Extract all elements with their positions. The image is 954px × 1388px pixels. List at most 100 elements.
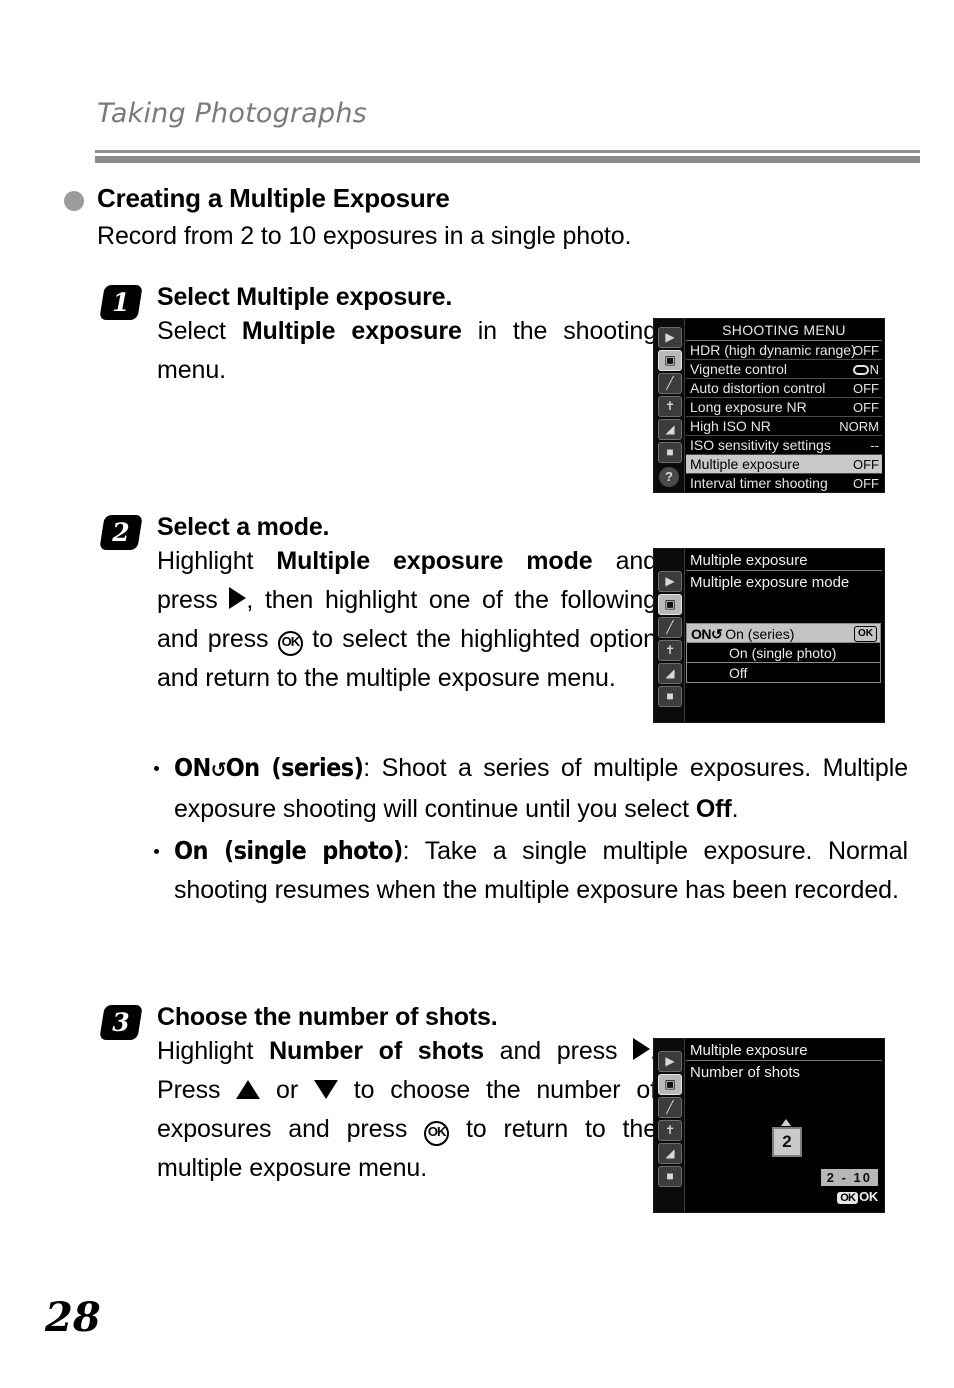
setup-icon[interactable]: ✝ xyxy=(658,396,682,417)
custom-setting-icon[interactable]: ╱ xyxy=(658,373,682,394)
step-2-text: Highlight Multiple exposure mode and pre… xyxy=(157,542,657,698)
right-arrow-icon xyxy=(229,587,247,609)
step-3-text-b: and press xyxy=(483,1037,634,1065)
shooting-menu-icon[interactable]: ▣ xyxy=(658,350,682,371)
menu-row-multiple-exposure[interactable]: Multiple exposure OFF xyxy=(686,455,882,474)
step-3-text-a: Highlight xyxy=(157,1037,270,1065)
menu-row-label: HDR (high dynamic range) xyxy=(690,342,856,358)
menu-row-label: Multiple exposure xyxy=(690,456,800,472)
step-2-title: Select a mode. xyxy=(157,513,330,541)
lcd-shooting-menu: ▶ ▣ ╱ ✝ ◢ ■ ? SHOOTING MENU HDR (high dy… xyxy=(653,318,885,493)
step-1-text: Select Multiple exposure in the shooting… xyxy=(157,312,657,390)
lcd2-header: Multiple exposure xyxy=(686,551,882,571)
step-3-text: Highlight Number of shots and press . Pr… xyxy=(157,1032,657,1188)
menu-row[interactable]: Vignette control N xyxy=(686,360,882,379)
menu-row-value: N xyxy=(852,360,879,379)
up-arrow-icon xyxy=(236,1080,261,1099)
bullet-on-series: ON↺On (series): Shoot a series of multip… xyxy=(152,748,908,829)
down-arrow-icon xyxy=(313,1080,338,1099)
step-2-number: 2 xyxy=(112,518,130,547)
retouch-icon[interactable]: ◢ xyxy=(658,663,682,684)
step-3-number: 3 xyxy=(112,1008,130,1037)
step-2-badge: 2 xyxy=(99,515,143,550)
lcd3-subheader: Number of shots xyxy=(690,1064,801,1081)
step-3-badge: 3 xyxy=(99,1005,143,1040)
shooting-menu-icon[interactable]: ▣ xyxy=(658,1074,682,1095)
help-icon[interactable]: ? xyxy=(659,467,679,487)
menu-row-label: ISO sensitivity settings xyxy=(690,437,831,453)
step-3-text-d: or xyxy=(260,1076,314,1104)
menu-row[interactable]: HDR (high dynamic range) OFF xyxy=(686,341,882,360)
menu-row-value: OFF xyxy=(853,476,879,491)
step-3: 3 Choose the number of shots. Highlight … xyxy=(97,1002,657,1188)
shots-up-caret-icon xyxy=(781,1119,791,1126)
setup-icon[interactable]: ✝ xyxy=(658,640,682,661)
option-on-single-photo[interactable]: On (single photo) xyxy=(686,643,881,663)
shots-value-field[interactable]: 2 xyxy=(772,1127,802,1157)
shots-range-label: 2 - 10 xyxy=(820,1169,878,1186)
menu-row[interactable]: Long exposure NR OFF xyxy=(686,398,882,417)
lcd1-title: SHOOTING MENU xyxy=(686,321,882,341)
menu-row-value: -- xyxy=(870,438,879,453)
bullet-term: On (series) xyxy=(225,753,364,782)
menu-row-value: OFF xyxy=(853,400,879,415)
recent-settings-icon[interactable]: ■ xyxy=(658,1166,682,1187)
option-off[interactable]: Off xyxy=(686,663,881,683)
lcd-multiple-exposure-mode: ▶ ▣ ╱ ✝ ◢ ■ Multiple exposure Multiple e… xyxy=(653,548,885,723)
option-label: On (single photo) xyxy=(729,645,837,661)
menu-row[interactable]: Auto distortion control OFF xyxy=(686,379,882,398)
step-3-title: Choose the number of shots. xyxy=(157,1003,498,1031)
custom-setting-icon[interactable]: ╱ xyxy=(658,617,682,638)
step-1-title-prefix: Select xyxy=(157,283,237,311)
option-on-series[interactable]: ON↺ On (series) OK xyxy=(686,623,881,643)
setup-icon[interactable]: ✝ xyxy=(658,1120,682,1141)
recent-settings-icon[interactable]: ■ xyxy=(658,686,682,707)
lcd-number-of-shots: ▶ ▣ ╱ ✝ ◢ ■ Multiple exposure Number of … xyxy=(653,1038,885,1213)
lcd2-rail: ▶ ▣ ╱ ✝ ◢ ■ xyxy=(654,549,685,722)
playback-icon[interactable]: ▶ xyxy=(658,327,682,348)
running-head: Taking Photographs xyxy=(97,98,367,129)
step-1-text-a: Select xyxy=(157,317,242,345)
retouch-icon[interactable]: ◢ xyxy=(658,1143,682,1164)
lcd1-rows: HDR (high dynamic range) OFF Vignette con… xyxy=(686,341,882,492)
custom-setting-icon[interactable]: ╱ xyxy=(658,1097,682,1118)
step-2-text-a: Highlight xyxy=(157,547,277,575)
step-2-text-bold: Multiple exposure mode xyxy=(276,547,593,575)
section-bullet-icon xyxy=(64,191,84,211)
menu-row[interactable]: Interval timer shooting OFF xyxy=(686,474,882,492)
ok-button-icon: OK xyxy=(277,631,303,656)
menu-row-value: NORM xyxy=(839,419,879,434)
step-2: 2 Select a mode. Highlight Multiple expo… xyxy=(97,512,657,698)
menu-row-label: Auto distortion control xyxy=(690,380,826,396)
step-1-number: 1 xyxy=(112,288,130,317)
mode-option-list: ON↺On (series): Shoot a series of multip… xyxy=(152,748,908,912)
bullet-on-single-photo: On (single photo): Take a single multipl… xyxy=(152,831,908,910)
ok-badge-icon: OK xyxy=(854,626,877,642)
menu-row-label: Long exposure NR xyxy=(690,399,807,415)
page-number: 28 xyxy=(45,1294,101,1341)
ok-badge-icon: OK xyxy=(837,1192,859,1204)
section-intro: Record from 2 to 10 exposures in a singl… xyxy=(97,222,632,250)
recent-settings-icon[interactable]: ■ xyxy=(658,442,682,463)
lcd2-options: ON↺ On (series) OK On (single photo) Off xyxy=(686,623,881,683)
menu-row-label: High ISO NR xyxy=(690,418,771,434)
playback-icon[interactable]: ▶ xyxy=(658,1051,682,1072)
step-3-body: Choose the number of shots. Highlight Nu… xyxy=(157,1002,657,1188)
section-title: Creating a Multiple Exposure xyxy=(97,183,450,213)
ok-button-icon: OK xyxy=(424,1121,450,1146)
menu-row[interactable]: ISO sensitivity settings -- xyxy=(686,436,882,455)
shooting-menu-icon[interactable]: ▣ xyxy=(658,594,682,615)
step-1-body: Select Multiple exposure. Select Multipl… xyxy=(157,282,657,390)
step-1-text-bold: Multiple exposure xyxy=(241,317,462,345)
header-rule-thick xyxy=(95,156,920,163)
vignette-frame-icon xyxy=(852,365,869,375)
playback-icon[interactable]: ▶ xyxy=(658,571,682,592)
step-1: 1 Select Multiple exposure. Select Multi… xyxy=(97,282,657,390)
step-3-text-bold: Number of shots xyxy=(269,1037,484,1065)
menu-row[interactable]: High ISO NR NORM xyxy=(686,417,882,436)
menu-row-value-text: N xyxy=(869,362,879,377)
bullet-term: On (single photo) xyxy=(174,836,403,865)
retouch-icon[interactable]: ◢ xyxy=(658,419,682,440)
on-badge-text: ON xyxy=(174,753,211,782)
menu-row-value: OFF xyxy=(853,457,879,472)
